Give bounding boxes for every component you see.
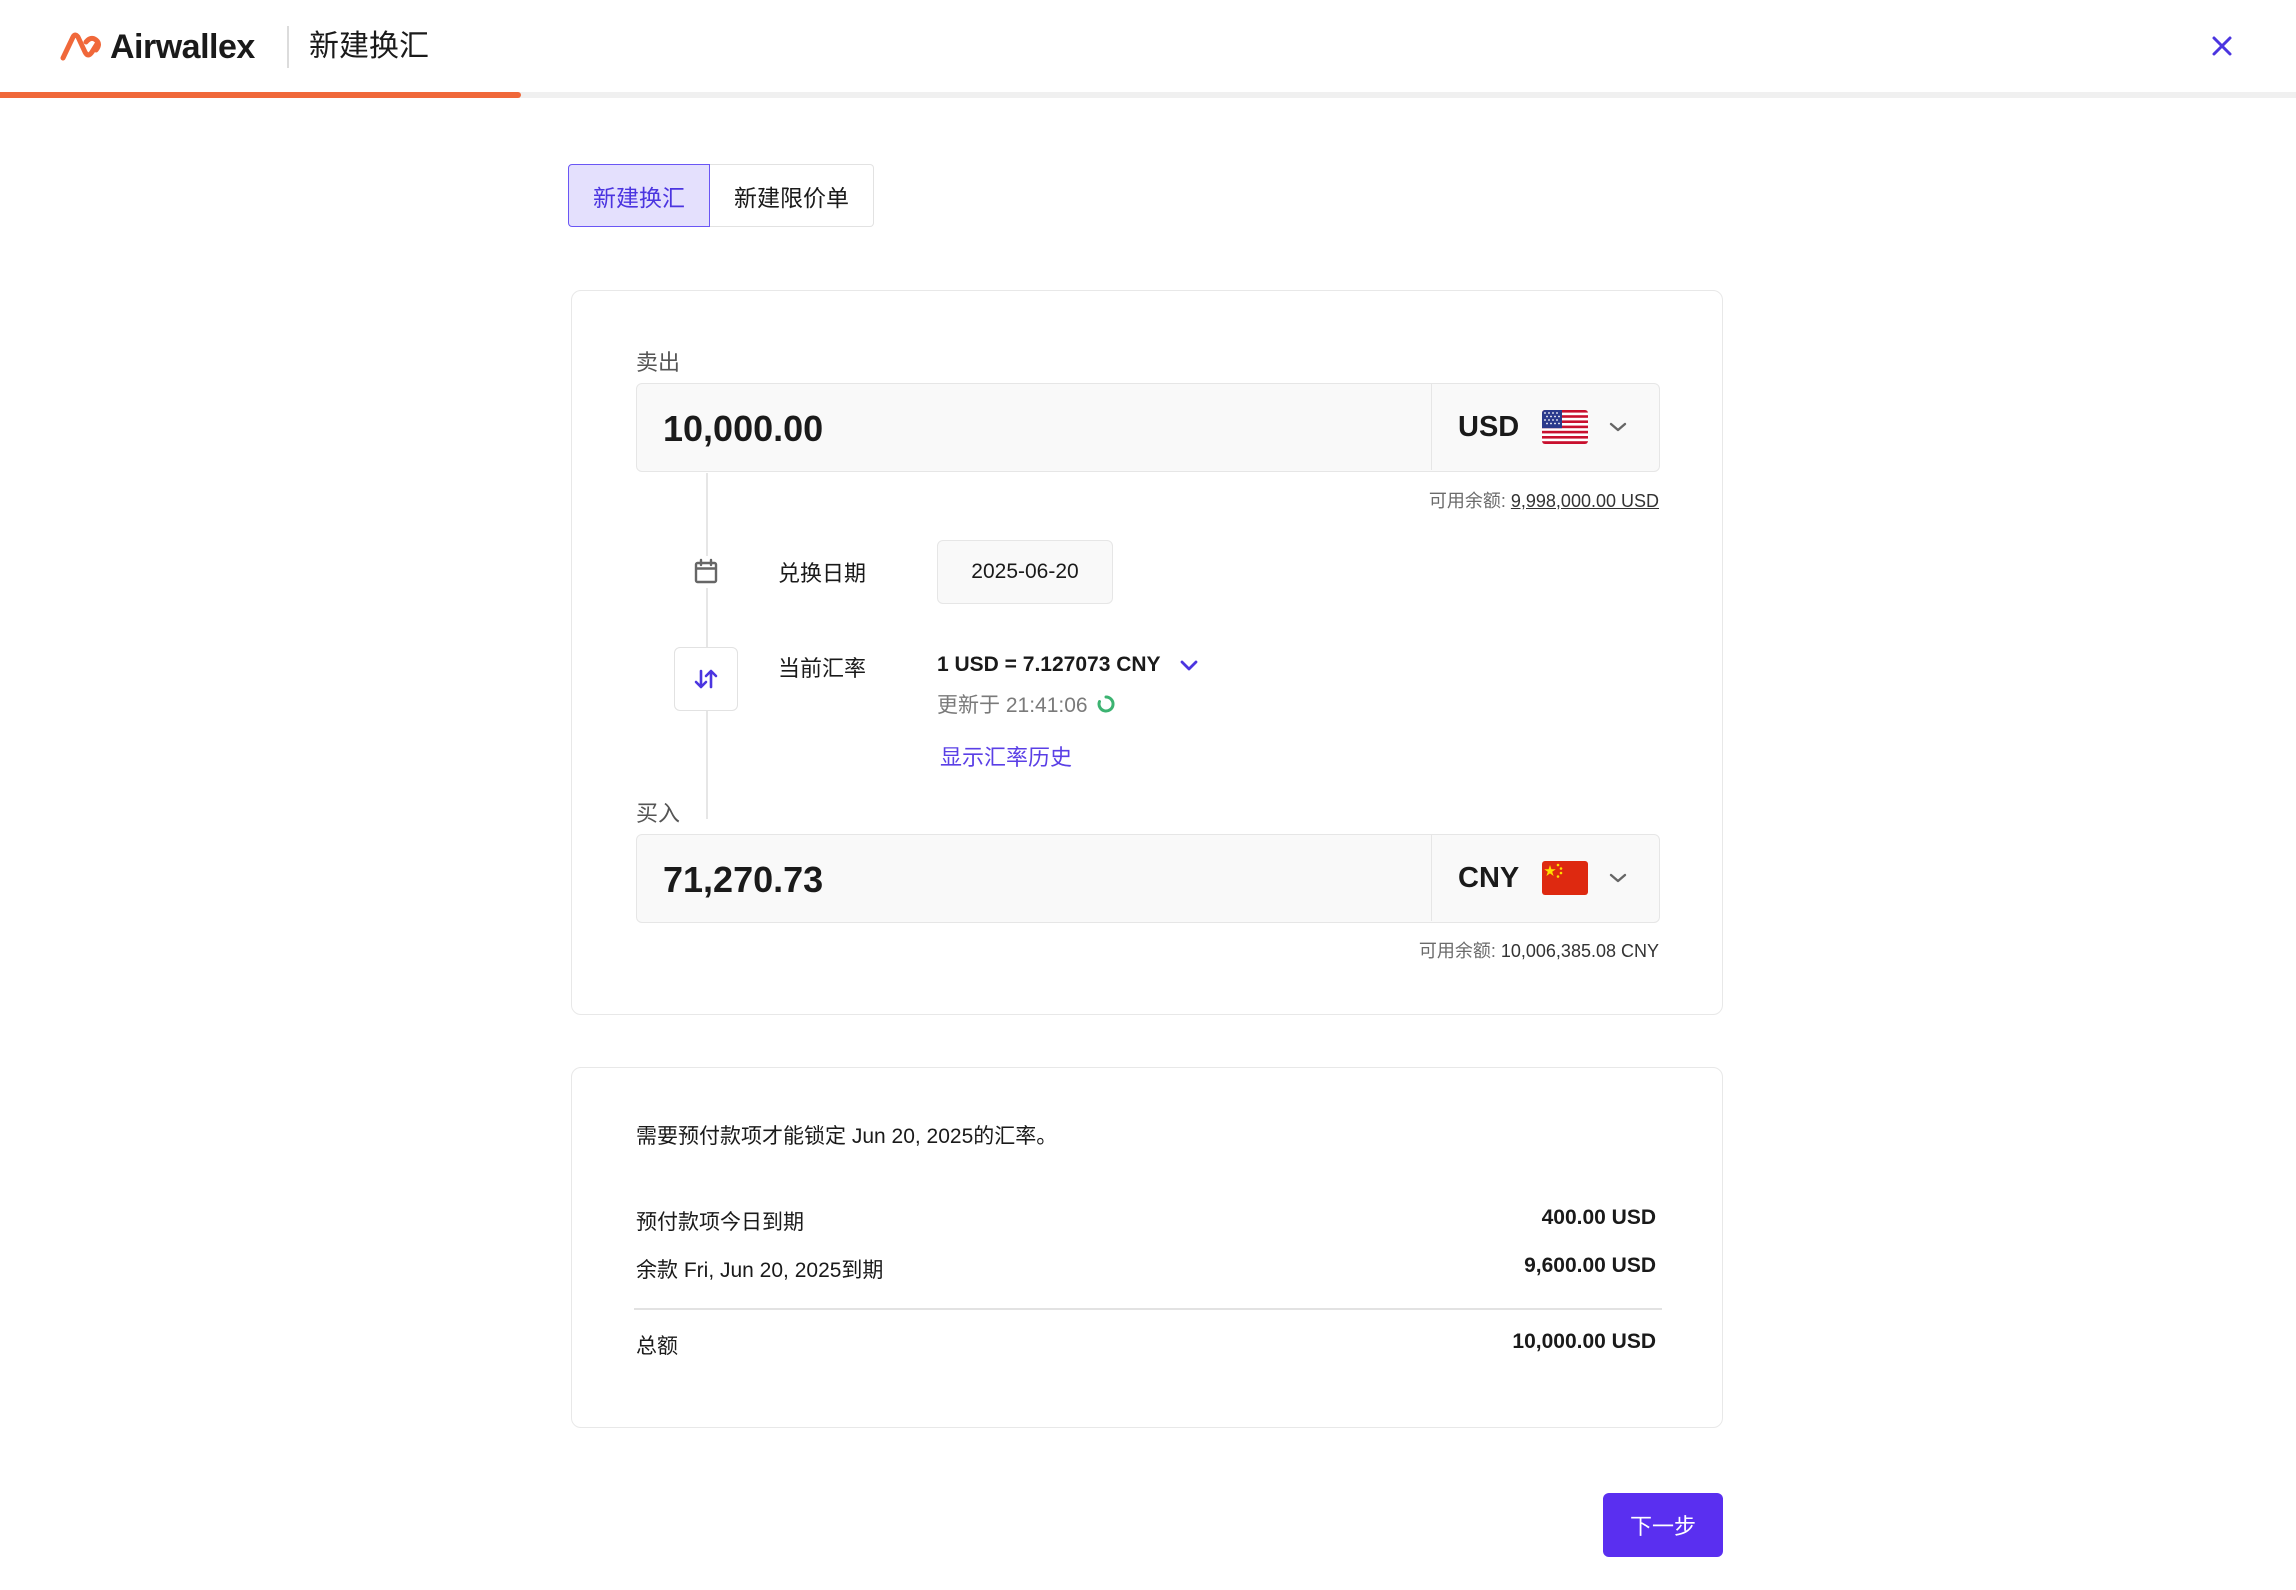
- swap-arrows-icon: [694, 669, 718, 689]
- buy-balance-label: 可用余额:: [1418, 941, 1496, 961]
- buy-currency-select[interactable]: CNY: [1431, 835, 1659, 921]
- rate-display: 1 USD = 7.127073 CNY: [937, 653, 1199, 677]
- sell-amount-input[interactable]: 10,000.00: [663, 384, 823, 473]
- buy-amount-input[interactable]: 71,270.73: [663, 835, 823, 924]
- buy-label: 买入: [636, 801, 681, 826]
- conversion-date-label: 兑换日期: [778, 561, 867, 586]
- summary-row: 预付款项今日到期 400.00 USD: [636, 1206, 1656, 1236]
- current-rate-label: 当前汇率: [778, 656, 867, 681]
- chevron-down-icon: [1608, 872, 1628, 884]
- total-value: 10,000.00 USD: [1512, 1330, 1656, 1353]
- next-step-button[interactable]: 下一步: [1603, 1493, 1723, 1557]
- mode-tabs: 新建换汇 新建限价单: [568, 164, 874, 227]
- summary-row-label: 余款 Fri, Jun 20, 2025到期: [636, 1259, 884, 1282]
- us-flag-icon: [1542, 410, 1588, 444]
- prepayment-notice: 需要预付款项才能锁定 Jun 20, 2025的汇率。: [636, 1125, 1058, 1148]
- timeline-connector: [706, 473, 708, 819]
- swap-currencies-button[interactable]: [674, 647, 738, 711]
- summary-total-row: 总额 10,000.00 USD: [636, 1330, 1656, 1360]
- page: Airwallex 新建换汇 新建换汇 新建限价单 卖出 10,000.00 U…: [0, 0, 2296, 1590]
- progress-bar: [0, 92, 2296, 98]
- page-title: 新建换汇: [309, 30, 429, 63]
- sell-label: 卖出: [636, 350, 681, 375]
- sell-balance: 可用余额: 9,998,000.00 USD: [1429, 487, 1659, 513]
- summary-row: 余款 Fri, Jun 20, 2025到期 9,600.00 USD: [636, 1254, 1656, 1284]
- header-divider: [287, 26, 289, 68]
- calendar-icon: [690, 556, 722, 588]
- sell-currency-code: USD: [1458, 410, 1520, 443]
- tab-new-limit-order[interactable]: 新建限价单: [710, 164, 874, 227]
- airwallex-logo: Airwallex: [60, 24, 255, 70]
- total-label: 总额: [636, 1335, 678, 1358]
- close-icon: [2212, 36, 2232, 56]
- summary-row-label: 预付款项今日到期: [636, 1211, 804, 1234]
- buy-balance-value: 10,006,385.08 CNY: [1500, 941, 1659, 961]
- summary-divider: [634, 1308, 1662, 1310]
- chevron-down-icon: [1608, 421, 1628, 433]
- buy-balance: 可用余额: 10,006,385.08 CNY: [1419, 937, 1659, 963]
- sell-amount-field[interactable]: 10,000.00 USD: [636, 383, 1660, 472]
- sell-balance-label: 可用余额:: [1428, 491, 1506, 511]
- rate-updated-time: 更新于 21:41:06: [937, 689, 1116, 719]
- tab-new-conversion[interactable]: 新建换汇: [568, 164, 710, 227]
- summary-row-value: 9,600.00 USD: [1524, 1254, 1656, 1277]
- buy-amount-field[interactable]: 71,270.73 CNY: [636, 834, 1660, 923]
- header: Airwallex 新建换汇: [0, 0, 2296, 98]
- close-button[interactable]: [2204, 28, 2240, 64]
- payment-summary-card: 需要预付款项才能锁定 Jun 20, 2025的汇率。 预付款项今日到期 400…: [571, 1067, 1723, 1428]
- show-rate-history-link[interactable]: 显示汇率历史: [940, 740, 1072, 772]
- progress-bar-fill: [0, 92, 522, 98]
- sell-balance-value[interactable]: 9,998,000.00 USD: [1511, 491, 1659, 511]
- brand-name: Airwallex: [110, 27, 255, 66]
- refresh-countdown-icon: [1097, 695, 1115, 713]
- rate-updated-text: 更新于 21:41:06: [937, 694, 1088, 717]
- sell-currency-select[interactable]: USD: [1431, 384, 1659, 470]
- summary-row-value: 400.00 USD: [1541, 1206, 1656, 1229]
- rate-details-chevron-icon[interactable]: [1179, 658, 1199, 672]
- conversion-date-picker[interactable]: 2025-06-20: [937, 540, 1113, 604]
- cn-flag-icon: [1542, 861, 1588, 895]
- exchange-rate-value: 1 USD = 7.127073 CNY: [937, 653, 1161, 676]
- airwallex-logo-icon: [60, 32, 101, 61]
- buy-currency-code: CNY: [1458, 861, 1520, 894]
- conversion-card: 卖出 10,000.00 USD 可用余额: 9,998,000.00 USD …: [571, 290, 1723, 1015]
